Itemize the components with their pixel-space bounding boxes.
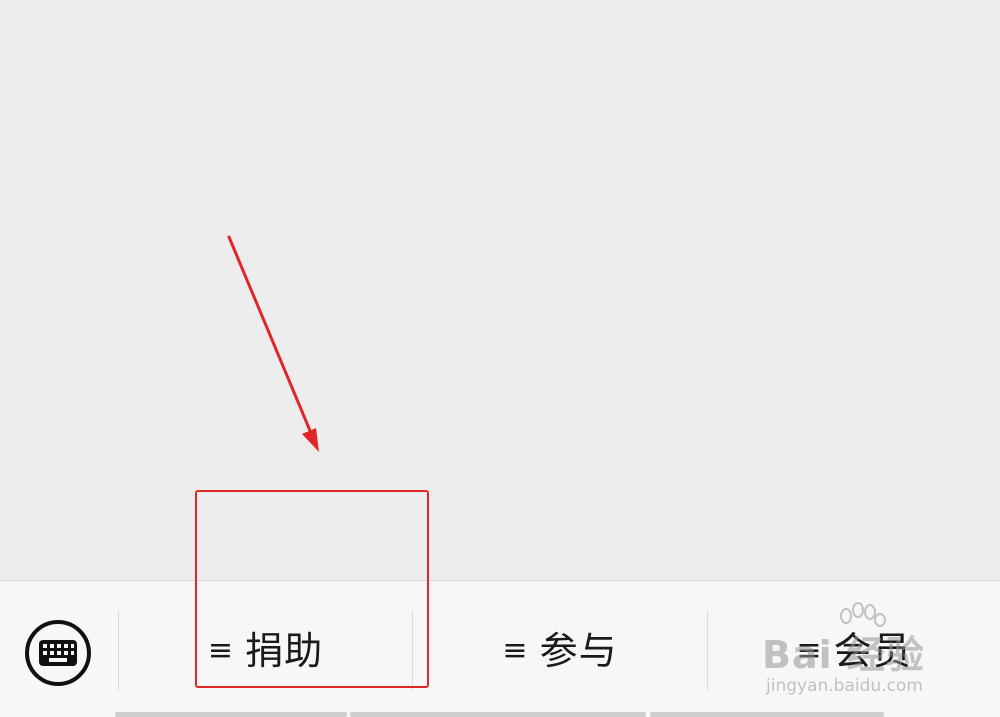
- bottom-indicator: [350, 712, 646, 717]
- bottom-indicator: [115, 712, 347, 717]
- custom-menu-bar: ≡ 捐助 ≡ 参与 ≡ 会员: [0, 580, 1000, 717]
- menu-lines-icon: ≡: [796, 633, 822, 668]
- menu-item-member[interactable]: ≡ 会员: [708, 611, 1000, 691]
- menu-item-label: 参与: [539, 629, 618, 673]
- menu-lines-icon: ≡: [207, 633, 234, 668]
- menu-item-label: 捐助: [245, 629, 324, 673]
- chat-area: [0, 0, 1000, 580]
- bottom-indicator: [650, 712, 884, 717]
- keyboard-toggle-button[interactable]: [22, 617, 94, 689]
- keyboard-icon: [25, 620, 91, 686]
- menu-item-donate[interactable]: ≡ 捐助: [119, 611, 412, 691]
- menu-lines-icon: ≡: [502, 633, 528, 668]
- menu-item-label: 会员: [833, 629, 912, 673]
- menu-item-participate[interactable]: ≡ 参与: [413, 611, 707, 691]
